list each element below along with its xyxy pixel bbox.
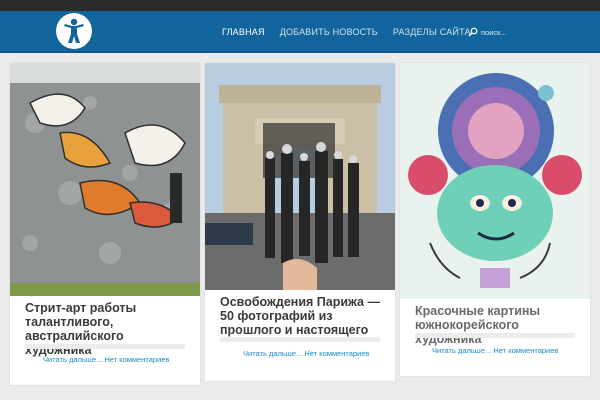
comments-link[interactable]: Нет комментариев <box>104 355 169 364</box>
post-image[interactable] <box>400 63 590 299</box>
post-image[interactable] <box>10 63 200 296</box>
post-meta: Читать дальше... Нет комментариев <box>43 355 169 364</box>
comments-link[interactable]: Нет комментариев <box>493 346 558 355</box>
post-card: Освобождения Парижа — 50 фотографий из п… <box>205 63 395 381</box>
post-meta: Читать дальше... Нет комментариев <box>243 349 369 358</box>
post-meta: Читать дальше... Нет комментариев <box>432 346 558 355</box>
nav-item-home[interactable]: ГЛАВНАЯ <box>222 27 265 37</box>
person-logo-icon <box>64 18 84 43</box>
read-more-link[interactable]: Читать дальше... <box>43 355 102 364</box>
site-logo[interactable] <box>56 13 92 49</box>
read-more-link[interactable]: Читать дальше... <box>243 349 302 358</box>
main-nav: ГЛАВНАЯ ДОБАВИТЬ НОВОСТЬ РАЗДЕЛЫ САЙТА <box>222 11 486 53</box>
post-card: Стрит-арт работы талантливого, австралий… <box>10 63 200 385</box>
nav-item-sections[interactable]: РАЗДЕЛЫ САЙТА <box>393 27 471 37</box>
post-title[interactable]: Красочные картины южнокорейского художни… <box>415 304 585 346</box>
top-bar <box>0 0 600 11</box>
divider <box>415 333 575 338</box>
site-header: ГЛАВНАЯ ДОБАВИТЬ НОВОСТЬ РАЗДЕЛЫ САЙТА <box>0 11 600 53</box>
search-input[interactable] <box>481 25 561 39</box>
read-more-link[interactable]: Читать дальше... <box>432 346 491 355</box>
post-image[interactable] <box>205 63 395 290</box>
nav-item-add-news[interactable]: ДОБАВИТЬ НОВОСТЬ <box>280 27 378 37</box>
search-box <box>468 25 561 39</box>
search-icon[interactable] <box>468 27 478 37</box>
divider <box>25 344 185 349</box>
post-title[interactable]: Освобождения Парижа — 50 фотографий из п… <box>220 295 385 337</box>
comments-link[interactable]: Нет комментариев <box>304 349 369 358</box>
divider <box>220 337 380 342</box>
post-card: Красочные картины южнокорейского художни… <box>400 63 590 376</box>
